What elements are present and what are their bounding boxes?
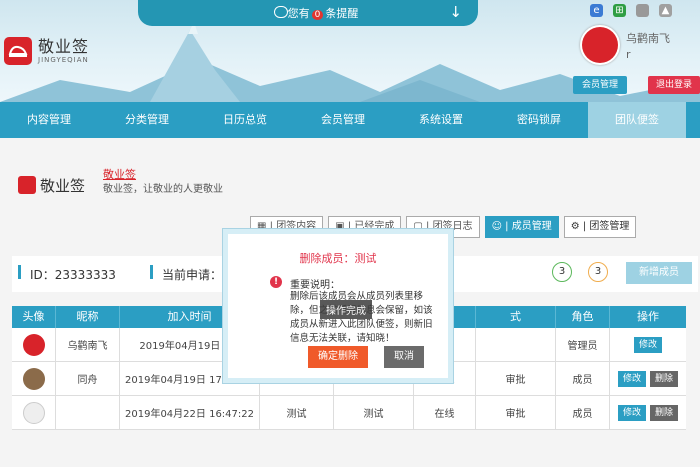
nav-lockscreen[interactable]: 密码锁屏 <box>490 102 588 138</box>
avatar <box>22 401 45 424</box>
dialog-title: 删除成员：测试 <box>299 252 377 265</box>
avatar <box>22 367 45 390</box>
delete-button[interactable]: 删除 <box>650 404 679 421</box>
team-logo-icon <box>18 176 36 194</box>
ie-icon[interactable]: e <box>590 4 603 17</box>
brand-logo[interactable]: 敬业签 JINGYEQIAN <box>4 37 89 65</box>
team-id: ID：23333333 <box>30 268 116 282</box>
chat-icon <box>274 6 288 18</box>
nav-category[interactable]: 分类管理 <box>98 102 196 138</box>
edit-button[interactable]: 修改 <box>617 370 646 387</box>
edit-button[interactable]: 修改 <box>617 404 646 421</box>
edit-button[interactable]: 修改 <box>633 336 662 353</box>
count-badge-orange[interactable]: 3 <box>588 262 608 282</box>
nav-settings[interactable]: 系统设置 <box>392 102 490 138</box>
team-logo: 敬业签 <box>18 168 90 202</box>
member-management-button[interactable]: 会员管理 <box>573 76 627 94</box>
android-icon[interactable]: ▲ <box>659 4 672 17</box>
header: 您有 0 条提醒 ↓ 敬业签 JINGYEQIAN e ⊞ ▲ 乌鹳南飞 r 会员管… <box>0 0 700 102</box>
logo-icon <box>4 37 32 65</box>
notification-count: 0 <box>311 10 324 20</box>
cancel-button[interactable]: 取消 <box>384 346 424 368</box>
logout-button[interactable]: 退出登录 <box>648 76 700 94</box>
notification-text: 您有 0 条提醒 <box>287 7 359 20</box>
dialog-heading: 重要说明： <box>290 280 340 291</box>
user-name: 乌鹳南飞 <box>626 32 670 45</box>
notification-bar[interactable]: 您有 0 条提醒 ↓ <box>138 0 478 26</box>
arrow-down-icon[interactable]: ↓ <box>449 3 462 21</box>
tab-member-management[interactable]: ☺ | 成员管理 <box>484 216 559 238</box>
nav-content[interactable]: 内容管理 <box>0 102 98 138</box>
platform-icons: e ⊞ ▲ <box>590 4 672 17</box>
windows-icon[interactable]: ⊞ <box>613 4 626 17</box>
add-member-button[interactable]: 新增成员 <box>626 262 692 284</box>
count-badge-green[interactable]: 3 <box>552 262 572 282</box>
nav-calendar[interactable]: 日历总览 <box>196 102 294 138</box>
nav-team-notes[interactable]: 团队便签 <box>588 102 686 138</box>
main-nav: 内容管理 分类管理 日历总览 会员管理 系统设置 密码锁屏 团队便签 <box>0 102 700 138</box>
avatar <box>22 333 45 356</box>
delete-member-dialog: 删除成员：测试 ! 重要说明： 删除后该成员会从成员列表里移除，但之前所留信息会… <box>228 234 448 378</box>
confirm-delete-button[interactable]: 确定删除 <box>308 346 368 368</box>
brand-en: JINGYEQIAN <box>38 56 89 64</box>
user-subtitle: r <box>626 48 631 61</box>
brand-name: 敬业签 <box>38 37 90 56</box>
toast-message: 操作完成 <box>320 300 372 319</box>
table-row: 2019年04月22日 16:47:22 测试 测试 在线 审批 成员 修改 删除 <box>12 396 686 430</box>
apple-icon[interactable] <box>636 4 649 17</box>
team-slogan: 敬业签，让敬业的人更敬业 <box>103 184 223 195</box>
delete-button[interactable]: 删除 <box>650 370 679 387</box>
tab-team-management[interactable]: ⚙ | 团签管理 <box>563 216 637 238</box>
warning-icon: ! <box>270 276 282 288</box>
user-avatar[interactable] <box>580 25 620 65</box>
nav-members[interactable]: 会员管理 <box>294 102 392 138</box>
